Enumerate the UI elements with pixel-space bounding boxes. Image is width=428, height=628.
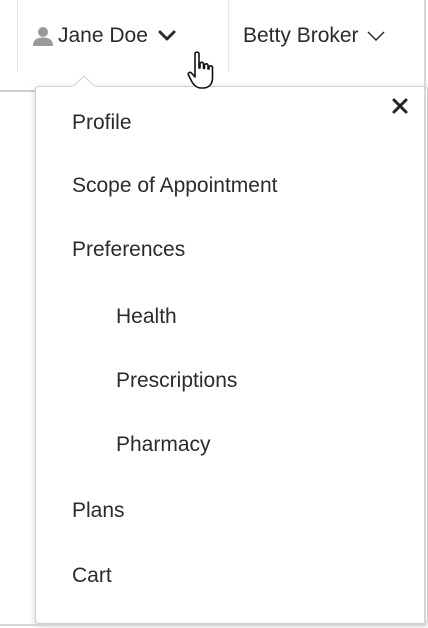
hand-pointer-icon: [187, 51, 214, 89]
user-dropdown-menu: Profile Scope of Appointment Preferences…: [35, 86, 428, 624]
menu-item-prescriptions[interactable]: Prescriptions: [116, 369, 237, 393]
person-icon: [33, 27, 53, 46]
dropdown-caret: [73, 75, 95, 87]
menu-item-plans[interactable]: Plans: [72, 499, 125, 523]
divider: [0, 90, 40, 92]
broker-menu-button[interactable]: Betty Broker: [229, 0, 428, 72]
menu-item-profile[interactable]: Profile: [72, 111, 132, 135]
menu-item-health[interactable]: Health: [116, 305, 177, 329]
user-name: Jane Doe: [58, 24, 148, 47]
chevron-down-icon: [158, 30, 176, 41]
close-icon[interactable]: [391, 97, 409, 115]
broker-name: Betty Broker: [243, 24, 359, 47]
chevron-down-icon: [367, 31, 385, 42]
menu-item-preferences[interactable]: Preferences: [72, 238, 185, 262]
menu-item-cart[interactable]: Cart: [72, 564, 112, 588]
menu-item-pharmacy[interactable]: Pharmacy: [116, 433, 211, 457]
menu-item-scope-of-appointment[interactable]: Scope of Appointment: [72, 174, 277, 198]
